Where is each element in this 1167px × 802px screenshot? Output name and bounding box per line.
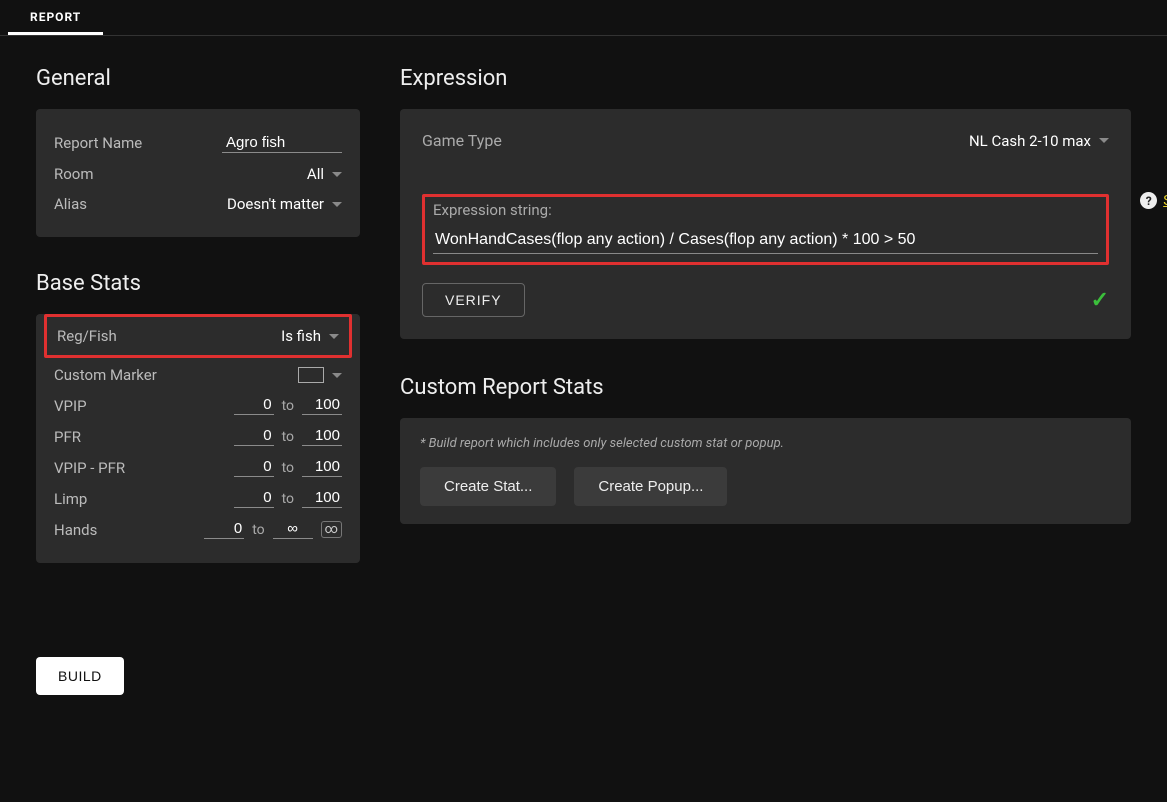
row-limp: Limp to xyxy=(54,483,342,514)
label-vpip-pfr: VPIP - PFR xyxy=(54,459,125,477)
row-pfr: PFR to xyxy=(54,421,342,452)
row-reportname: Report Name xyxy=(54,127,342,159)
chevron-down-icon xyxy=(332,373,342,378)
verify-row: VERIFY ✓ xyxy=(422,283,1109,317)
row-vpip-pfr: VPIP - PFR to xyxy=(54,452,342,483)
to-word: to xyxy=(252,522,264,538)
check-icon: ✓ xyxy=(1091,288,1109,313)
label-room: Room xyxy=(54,165,94,183)
room-dropdown[interactable]: All xyxy=(307,165,342,183)
customreport-hint: * Build report which includes only selec… xyxy=(420,436,1111,451)
left-column: General Report Name Room All Alias Doesn… xyxy=(36,66,360,695)
label-regfish: Reg/Fish xyxy=(57,327,117,345)
expression-input[interactable] xyxy=(433,229,1098,254)
vpip-pfr-range: to xyxy=(234,458,342,477)
tab-report[interactable]: REPORT xyxy=(8,0,103,35)
regfish-dropdown[interactable]: Is fish xyxy=(281,327,339,345)
pfr-range: to xyxy=(234,427,342,446)
syntax-help: ? Syntax xyxy=(1140,192,1167,209)
expression-head: Expression string: xyxy=(433,201,1098,219)
basestats-heading: Base Stats xyxy=(36,271,360,296)
limp-range: to xyxy=(234,489,342,508)
label-alias: Alias xyxy=(54,195,87,213)
alias-value: Doesn't matter xyxy=(227,195,324,213)
to-word: to xyxy=(282,460,294,476)
marker-swatch xyxy=(298,367,324,383)
content: General Report Name Room All Alias Doesn… xyxy=(0,36,1167,715)
pfr-to-input[interactable] xyxy=(302,427,342,446)
highlight-regfish: Reg/Fish Is fish xyxy=(44,314,352,358)
room-value: All xyxy=(307,165,324,183)
vpip-to-input[interactable] xyxy=(302,396,342,415)
chevron-down-icon xyxy=(332,202,342,207)
help-icon[interactable]: ? xyxy=(1140,192,1157,209)
alias-dropdown[interactable]: Doesn't matter xyxy=(227,195,342,213)
right-column: Expression Game Type NL Cash 2-10 max Ex… xyxy=(400,66,1131,695)
row-alias: Alias Doesn't matter xyxy=(54,189,342,219)
gametype-dropdown[interactable]: NL Cash 2-10 max xyxy=(969,132,1109,150)
tabbar: REPORT xyxy=(0,0,1167,36)
expression-block: Expression string: ? Syntax xyxy=(422,194,1109,265)
highlight-expression: Expression string: xyxy=(422,194,1109,265)
regfish-value: Is fish xyxy=(281,327,321,345)
row-custommarker: Custom Marker xyxy=(54,360,342,390)
vpip-range: to xyxy=(234,396,342,415)
custommarker-dropdown[interactable] xyxy=(298,367,342,383)
infinity-button[interactable]: ∞ xyxy=(321,521,342,538)
row-regfish: Reg/Fish Is fish xyxy=(57,321,339,351)
label-hands: Hands xyxy=(54,521,97,539)
to-word: to xyxy=(282,491,294,507)
label-reportname: Report Name xyxy=(54,134,142,152)
customreport-buttons: Create Stat... Create Popup... xyxy=(420,467,1111,506)
to-word: to xyxy=(282,429,294,445)
general-card: Report Name Room All Alias Doesn't matte… xyxy=(36,109,360,237)
chevron-down-icon xyxy=(1099,138,1109,143)
row-room: Room All xyxy=(54,159,342,189)
label-expression-string: Expression string: xyxy=(433,201,552,219)
customreport-heading: Custom Report Stats xyxy=(400,375,1131,400)
vpip-pfr-from-input[interactable] xyxy=(234,458,274,477)
expression-heading: Expression xyxy=(400,66,1131,91)
limp-from-input[interactable] xyxy=(234,489,274,508)
gametype-value: NL Cash 2-10 max xyxy=(969,132,1091,150)
chevron-down-icon xyxy=(329,334,339,339)
hands-range: to ∞ xyxy=(204,520,342,539)
verify-button[interactable]: VERIFY xyxy=(422,283,525,317)
create-stat-button[interactable]: Create Stat... xyxy=(420,467,556,506)
label-pfr: PFR xyxy=(54,428,81,446)
hands-to-input[interactable] xyxy=(273,520,313,539)
general-heading: General xyxy=(36,66,360,91)
create-popup-button[interactable]: Create Popup... xyxy=(574,467,727,506)
label-vpip: VPIP xyxy=(54,397,87,415)
row-gametype: Game Type NL Cash 2-10 max xyxy=(422,131,1109,150)
pfr-from-input[interactable] xyxy=(234,427,274,446)
build-button[interactable]: BUILD xyxy=(36,657,124,695)
row-vpip: VPIP to xyxy=(54,390,342,421)
label-gametype: Game Type xyxy=(422,131,502,150)
chevron-down-icon xyxy=(332,172,342,177)
row-hands: Hands to ∞ xyxy=(54,514,342,545)
customreport-card: * Build report which includes only selec… xyxy=(400,418,1131,524)
expression-card: Game Type NL Cash 2-10 max Expression st… xyxy=(400,109,1131,339)
limp-to-input[interactable] xyxy=(302,489,342,508)
hands-from-input[interactable] xyxy=(204,520,244,539)
label-limp: Limp xyxy=(54,490,87,508)
vpip-pfr-to-input[interactable] xyxy=(302,458,342,477)
vpip-from-input[interactable] xyxy=(234,396,274,415)
to-word: to xyxy=(282,398,294,414)
syntax-link[interactable]: Syntax xyxy=(1163,193,1167,209)
report-name-input[interactable] xyxy=(222,133,342,153)
label-custommarker: Custom Marker xyxy=(54,366,157,384)
basestats-card: Reg/Fish Is fish Custom Marker VPIP xyxy=(36,314,360,563)
